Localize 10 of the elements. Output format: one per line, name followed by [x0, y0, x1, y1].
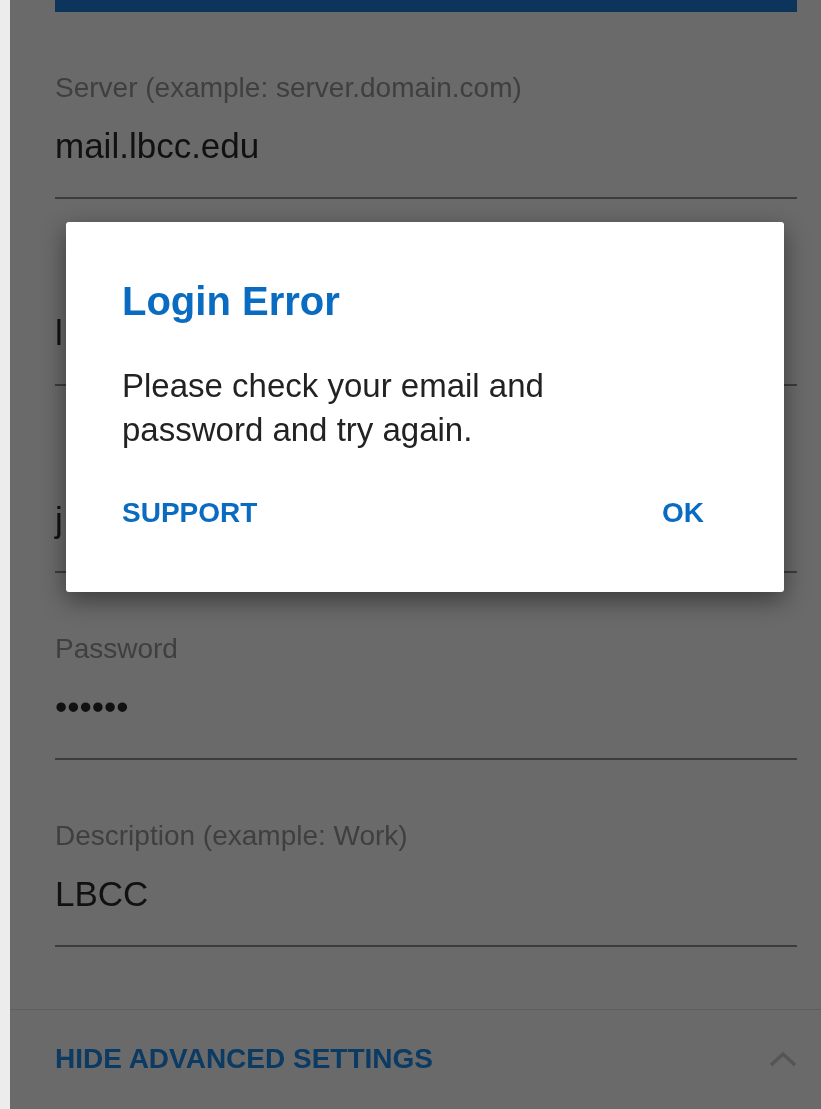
- dialog-message: Please check your email and password and try again.: [122, 366, 545, 450]
- input-field[interactable]: l: [55, 313, 63, 353]
- advanced-settings-toggle[interactable]: HIDE ADVANCED SETTINGS: [55, 1037, 434, 1080]
- input-field[interactable]: ••••••: [55, 687, 129, 727]
- dialog-title: Login Error: [122, 278, 341, 324]
- input-field[interactable]: j: [55, 500, 63, 540]
- input-field[interactable]: mail.lbcc.edu: [55, 126, 260, 166]
- input-field[interactable]: LBCC: [55, 874, 149, 914]
- dialog-button[interactable]: OK: [662, 492, 704, 534]
- dialog-button[interactable]: SUPPORT: [122, 492, 258, 534]
